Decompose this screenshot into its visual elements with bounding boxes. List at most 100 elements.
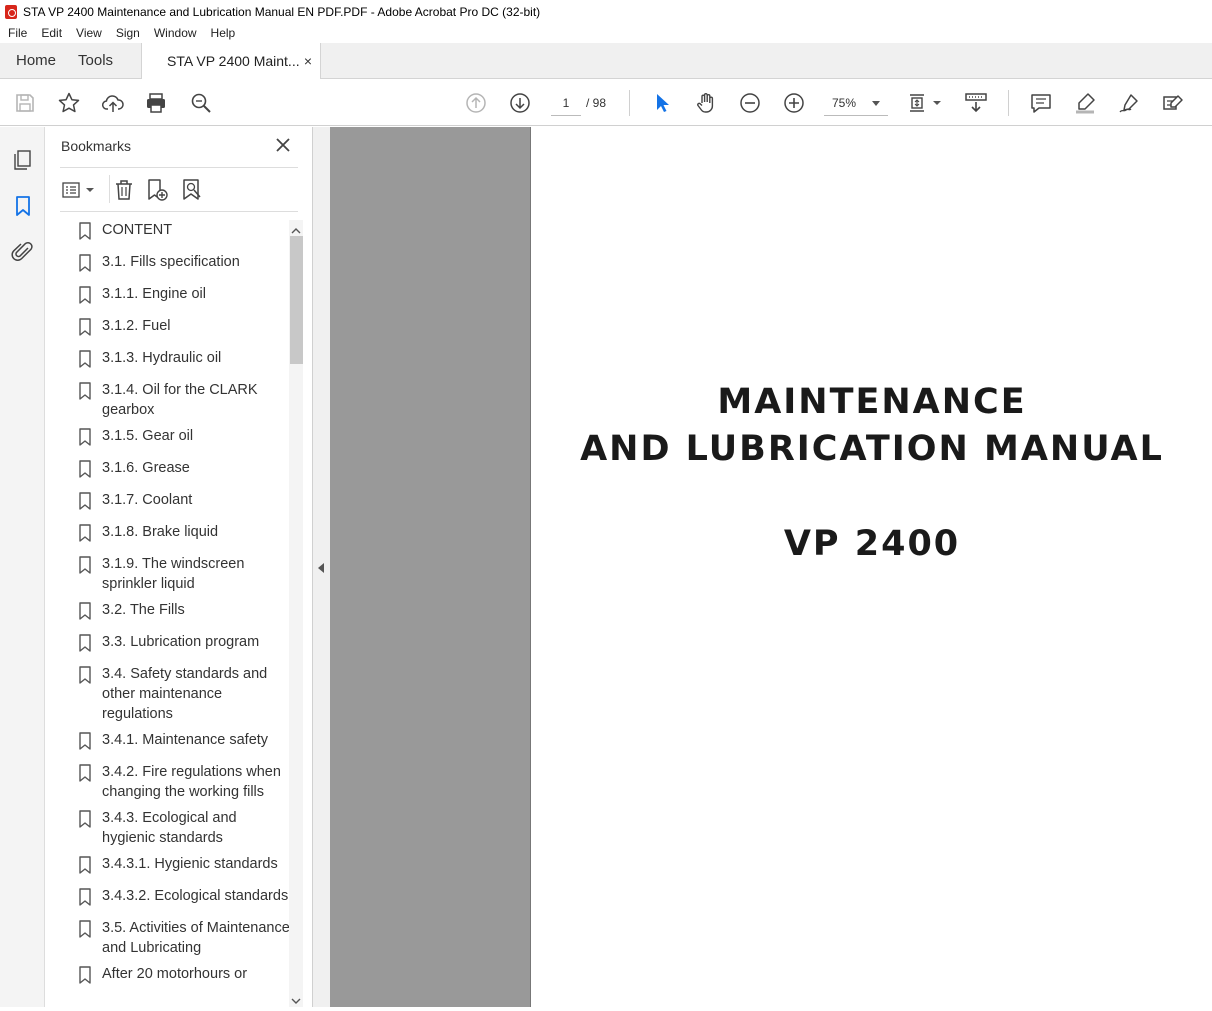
bookmark-label: 3.4.1. Maintenance safety [102,732,269,748]
menu-edit[interactable]: Edit [33,26,68,40]
toolbar-divider [1008,90,1009,116]
acrobat-app-icon [5,4,17,19]
bookmark-item[interactable]: 3.1.9. The windscreen sprinkler liquid [60,554,290,594]
bookmark-icon [78,666,92,684]
tab-home[interactable]: Home [0,42,72,78]
bookmarks-scrollbar[interactable] [289,220,303,1007]
bookmark-label: 3.1.9. The windscreen sprinkler liquid [102,556,245,592]
zoom-out-icon[interactable] [738,91,762,115]
scroll-up-icon[interactable] [291,223,301,234]
bookmarks-panel: Bookmarks CONTENT 3.1. Fills specificati… [45,127,313,1007]
document-background [330,127,530,1007]
bookmark-item[interactable]: CONTENT [60,220,290,246]
bookmark-icon [78,966,92,984]
scrollbar-thumb[interactable] [290,236,303,364]
menu-view[interactable]: View [68,26,108,40]
hand-tool-icon[interactable] [694,91,718,115]
bookmark-item[interactable]: 3.4.1. Maintenance safety [60,730,290,756]
bookmark-label: 3.4.2. Fire regulations when changing th… [102,764,281,800]
star-icon[interactable] [57,91,81,115]
bookmark-item[interactable]: 3.1.2. Fuel [60,316,290,342]
delete-bookmark-icon[interactable] [112,178,136,202]
bookmark-item[interactable]: 3.2. The Fills [60,600,290,626]
bookmark-item[interactable]: 3.1.1. Engine oil [60,284,290,310]
zoom-level-value: 75% [832,96,857,110]
select-pointer-icon[interactable] [650,91,674,115]
menu-window[interactable]: Window [146,26,203,40]
tab-tools[interactable]: Tools [72,42,129,78]
bookmark-label: 3.1.1. Engine oil [102,286,206,302]
bookmark-icon [78,920,92,938]
zoom-level-select[interactable]: 75% [824,90,888,116]
bookmark-icon [78,318,92,336]
bookmark-label: 3.4.3.2. Ecological standards [102,888,289,904]
tab-document[interactable]: STA VP 2400 Maint... × [141,43,322,79]
new-bookmark-icon[interactable] [145,178,169,202]
collapse-left-icon [318,563,324,573]
comment-icon[interactable] [1029,91,1053,115]
divider [60,167,298,168]
bookmark-item[interactable]: 3.1.7. Coolant [60,490,290,516]
find-bookmark-icon[interactable] [180,178,204,202]
bookmarks-panel-icon[interactable] [11,194,35,218]
bookmark-item[interactable]: 3.1.8. Brake liquid [60,522,290,548]
menu-bar: File Edit View Sign Window Help [0,23,1212,43]
options-menu-icon[interactable] [62,178,98,202]
zoom-in-icon[interactable] [782,91,806,115]
zoom-search-icon[interactable] [189,91,213,115]
toolbar-divider [629,90,630,116]
bookmark-item[interactable]: 3.1.5. Gear oil [60,426,290,452]
bookmark-item[interactable]: 3.3. Lubrication program [60,632,290,658]
bookmark-item[interactable]: 3.4.3. Ecological and hygienic standards [60,808,290,848]
bookmark-item[interactable]: After 20 motorhours or [60,964,290,990]
bookmarks-title: Bookmarks [61,138,132,154]
menu-file[interactable]: File [0,26,33,40]
bookmark-item[interactable]: 3.1.6. Grease [60,458,290,484]
bookmark-item[interactable]: 3.4.2. Fire regulations when changing th… [60,762,290,802]
bookmark-icon [78,492,92,510]
bookmark-label: 3.1. Fills specification [102,254,240,270]
bookmark-label: 3.1.3. Hydraulic oil [102,350,222,366]
tab-close-icon[interactable]: × [304,53,312,69]
bookmark-icon [78,634,92,652]
page-thumbnails-icon[interactable] [11,148,35,172]
fill-sign-icon[interactable] [1161,91,1185,115]
bookmark-icon [78,350,92,368]
bookmark-icon [78,460,92,478]
bookmark-label: 3.1.8. Brake liquid [102,524,219,540]
bookmark-label: 3.1.6. Grease [102,460,190,476]
highlight-icon[interactable] [1073,91,1097,115]
print-icon[interactable] [144,91,168,115]
navigation-rail [0,127,45,1007]
bookmark-list: CONTENT 3.1. Fills specification 3.1.1. … [60,220,290,1007]
cloud-upload-icon[interactable] [101,91,125,115]
bookmark-label: 3.4. Safety standards and other maintena… [102,666,268,722]
bookmark-item[interactable]: 3.4.3.1. Hygienic standards [60,854,290,880]
scroll-mode-icon[interactable] [964,91,988,115]
bookmark-item[interactable]: 3.4.3.2. Ecological standards [60,886,290,912]
save-icon[interactable] [13,91,37,115]
scroll-down-icon[interactable] [291,993,301,1004]
bookmark-label: 3.2. The Fills [102,602,185,618]
bookmark-icon [78,254,92,272]
bookmark-label: 3.5. Activities of Maintenance and Lubri… [102,920,290,956]
menu-help[interactable]: Help [203,26,242,40]
bookmark-item[interactable]: 3.4. Safety standards and other maintena… [60,664,290,724]
close-icon[interactable] [274,136,292,154]
menu-sign[interactable]: Sign [108,26,146,40]
bookmark-item[interactable]: 3.1.4. Oil for the CLARK gearbox [60,380,290,420]
page-number-input[interactable]: 1 [551,90,581,116]
bookmark-label: 3.3. Lubrication program [102,634,260,650]
bookmark-item[interactable]: 3.5. Activities of Maintenance and Lubri… [60,918,290,958]
attachments-icon[interactable] [11,240,35,264]
bookmark-item[interactable]: 3.1.3. Hydraulic oil [60,348,290,374]
sign-pen-icon[interactable] [1117,91,1141,115]
panel-collapse-handle[interactable] [313,127,330,1007]
bookmark-item[interactable]: 3.1. Fills specification [60,252,290,278]
next-page-icon[interactable] [508,91,532,115]
previous-page-icon[interactable] [464,91,488,115]
page-total: / 98 [586,96,607,110]
page-fit-icon[interactable] [907,91,943,115]
bookmark-icon [78,732,92,750]
divider [109,175,110,203]
